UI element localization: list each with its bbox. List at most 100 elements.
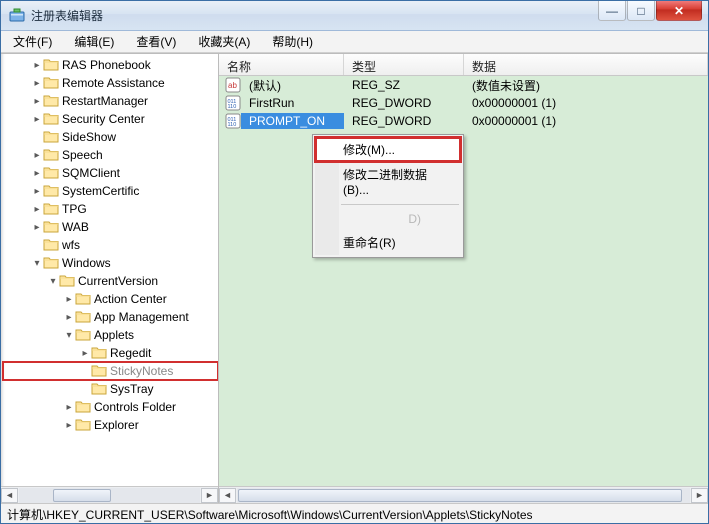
tree-item-label: Controls Folder xyxy=(94,400,176,414)
chevron-right-icon[interactable]: ▸ xyxy=(31,78,43,89)
ctx-modify-binary[interactable]: 修改二进制数据(B)... xyxy=(315,162,461,201)
menu-file[interactable]: 文件(F) xyxy=(7,31,58,52)
chevron-right-icon[interactable]: ▸ xyxy=(79,348,91,359)
tree-item[interactable]: ▸ TPG xyxy=(3,200,218,218)
chevron-right-icon: ► xyxy=(205,490,214,500)
value-data: 0x00000001 (1) xyxy=(464,95,708,111)
folder-icon xyxy=(43,129,59,145)
chevron-right-icon[interactable]: ▸ xyxy=(31,114,43,125)
tree-item[interactable]: ▸Regedit xyxy=(3,344,218,362)
tree-item[interactable]: ▾Windows xyxy=(3,254,218,272)
tree-item[interactable]: ▸Explorer xyxy=(3,416,218,434)
chevron-right-icon[interactable]: ▸ xyxy=(31,204,43,215)
tree-h-scrollbar[interactable]: ◄ ► xyxy=(1,486,218,503)
tree-item-label: Action Center xyxy=(94,292,167,306)
tree-item[interactable]: wfs xyxy=(3,236,218,254)
menu-edit[interactable]: 编辑(E) xyxy=(68,31,120,52)
chevron-down-icon[interactable]: ▾ xyxy=(31,258,43,269)
chevron-down-icon[interactable]: ▾ xyxy=(63,330,75,341)
menubar: 文件(F) 编辑(E) 查看(V) 收藏夹(A) 帮助(H) xyxy=(1,31,708,53)
tree-scroll[interactable]: ▸RAS Phonebook▸Remote Assistance▸Restart… xyxy=(1,54,218,486)
chevron-right-icon[interactable]: ▸ xyxy=(31,60,43,71)
scroll-right-button[interactable]: ► xyxy=(201,488,218,503)
tree-item[interactable]: ▸ Security Center xyxy=(3,110,218,128)
tree-item[interactable]: ▸RestartManager xyxy=(3,92,218,110)
values-h-scrollbar[interactable]: ◄ ► xyxy=(219,486,708,503)
col-header-type[interactable]: 类型 xyxy=(344,54,464,75)
tree-item[interactable]: ▾CurrentVersion xyxy=(3,272,218,290)
menu-help[interactable]: 帮助(H) xyxy=(266,31,319,52)
folder-icon xyxy=(43,237,59,253)
chevron-right-icon[interactable]: ▸ xyxy=(63,420,75,431)
close-button[interactable]: ✕ xyxy=(656,1,702,21)
value-row[interactable]: FirstRunREG_DWORD0x00000001 (1) xyxy=(219,94,708,112)
tree-item[interactable]: ▸ App Management xyxy=(3,308,218,326)
chevron-right-icon[interactable]: ▸ xyxy=(63,402,75,413)
tree-item[interactable]: ▾Applets xyxy=(3,326,218,344)
ctx-modify[interactable]: 修改(M)... xyxy=(315,137,461,162)
scroll-thumb[interactable] xyxy=(53,489,111,502)
main-split: ▸RAS Phonebook▸Remote Assistance▸Restart… xyxy=(1,53,708,503)
tree-item[interactable]: SysTray xyxy=(3,380,218,398)
tree-item[interactable]: ▸SQMClient xyxy=(3,164,218,182)
scroll-right-button[interactable]: ► xyxy=(691,488,708,503)
tree-item[interactable]: ▸SystemCertific xyxy=(3,182,218,200)
titlebar[interactable]: 注册表编辑器 — □ ✕ xyxy=(1,1,708,31)
folder-icon xyxy=(91,363,107,379)
values-body[interactable]: (默认)REG_SZ(数值未设置)FirstRunREG_DWORD0x0000… xyxy=(219,76,708,486)
folder-icon xyxy=(43,57,59,73)
tree-item-label: wfs xyxy=(62,238,80,252)
tree-item-label: App Management xyxy=(94,310,189,324)
scroll-thumb[interactable] xyxy=(238,489,682,502)
chevron-right-icon[interactable]: ▸ xyxy=(31,222,43,233)
chevron-right-icon[interactable]: ▸ xyxy=(31,96,43,107)
tree-item[interactable]: ▸RAS Phonebook xyxy=(3,56,218,74)
folder-icon xyxy=(43,183,59,199)
folder-icon xyxy=(43,147,59,163)
menu-view[interactable]: 查看(V) xyxy=(130,31,182,52)
window-buttons: — □ ✕ xyxy=(598,1,708,30)
tree-item[interactable]: StickyNotes xyxy=(3,362,218,380)
columns-header: 名称 类型 数据 xyxy=(219,54,708,76)
chevron-right-icon[interactable]: ▸ xyxy=(63,294,75,305)
regedit-app-icon xyxy=(9,8,25,24)
chevron-right-icon[interactable]: ▸ xyxy=(31,150,43,161)
value-row[interactable]: (默认)REG_SZ(数值未设置) xyxy=(219,76,708,94)
scroll-left-button[interactable]: ◄ xyxy=(1,488,18,503)
chevron-right-icon[interactable]: ▸ xyxy=(31,168,43,179)
col-header-name[interactable]: 名称 xyxy=(219,54,344,75)
folder-icon xyxy=(43,75,59,91)
folder-icon xyxy=(59,273,75,289)
chevron-right-icon[interactable]: ▸ xyxy=(63,312,75,323)
value-row[interactable]: PROMPT_ONREG_DWORD0x00000001 (1) xyxy=(219,112,708,130)
menu-favorites[interactable]: 收藏夹(A) xyxy=(192,31,256,52)
chevron-right-icon[interactable]: ▸ xyxy=(31,186,43,197)
value-type: REG_DWORD xyxy=(344,113,464,129)
scroll-track[interactable] xyxy=(19,488,200,503)
value-data: (数值未设置) xyxy=(464,76,708,95)
minimize-button[interactable]: — xyxy=(598,1,626,21)
tree-item[interactable]: ▸Remote Assistance xyxy=(3,74,218,92)
tree-item[interactable]: SideShow xyxy=(3,128,218,146)
tree-item[interactable]: ▸ Controls Folder xyxy=(3,398,218,416)
value-name: FirstRun xyxy=(241,95,344,111)
app-window: 注册表编辑器 — □ ✕ 文件(F) 编辑(E) 查看(V) 收藏夹(A) 帮助… xyxy=(0,0,709,524)
scroll-left-button[interactable]: ◄ xyxy=(219,488,236,503)
ctx-separator xyxy=(341,204,459,205)
tree-item[interactable]: ▸ Speech xyxy=(3,146,218,164)
tree-item[interactable]: ▸ Action Center xyxy=(3,290,218,308)
tree-item-label: Speech xyxy=(62,148,103,162)
tree-item-label: WAB xyxy=(62,220,89,234)
tree-item-label: TPG xyxy=(62,202,87,216)
chevron-down-icon[interactable]: ▾ xyxy=(47,276,59,287)
tree-item-label: Security Center xyxy=(62,112,145,126)
col-header-data[interactable]: 数据 xyxy=(464,54,708,75)
ctx-rename[interactable]: 重命名(R) xyxy=(315,230,461,255)
scroll-track[interactable] xyxy=(237,488,690,503)
folder-icon xyxy=(75,309,91,325)
tree-item-label: SysTray xyxy=(110,382,154,396)
maximize-button[interactable]: □ xyxy=(627,1,655,21)
reg-dword-icon xyxy=(225,113,241,129)
chevron-left-icon: ◄ xyxy=(5,490,14,500)
tree-item[interactable]: ▸ WAB xyxy=(3,218,218,236)
